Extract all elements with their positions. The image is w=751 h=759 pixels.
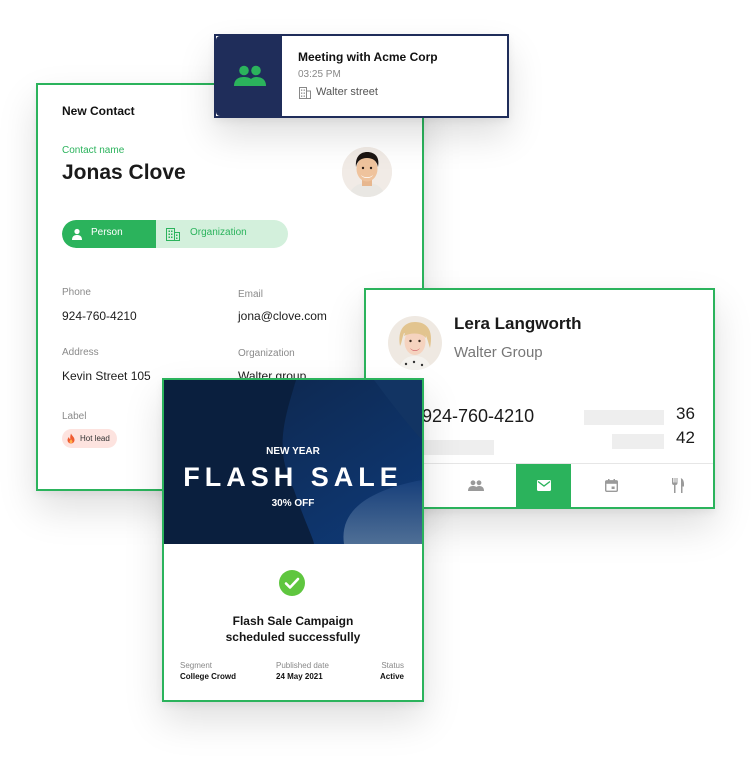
phone-value[interactable]: 924-760-4210 — [62, 309, 137, 323]
segment-label: Segment — [180, 661, 213, 670]
banner-discount: 30% OFF — [271, 498, 315, 509]
building-icon — [299, 87, 311, 99]
contact-type-toggle[interactable]: Person Organization — [62, 220, 288, 248]
published-label: Published date — [276, 661, 329, 670]
people-icon — [234, 65, 266, 86]
tab-restaurant[interactable] — [650, 464, 705, 507]
people-icon — [467, 480, 484, 491]
segment-organization-label: Organization — [190, 227, 247, 238]
email-label: Email — [238, 289, 264, 300]
contact-name-value[interactable]: Jonas Clove — [62, 161, 186, 185]
lera-name: Lera Langworth — [454, 314, 582, 333]
success-message: Flash Sale Campaign scheduled successful… — [164, 613, 422, 645]
success-line-1: Flash Sale Campaign — [232, 614, 354, 628]
status-label: Status — [381, 661, 404, 670]
avatar-woman-illustration — [388, 316, 442, 370]
placeholder-bar — [584, 410, 664, 425]
flash-sale-banner: NEW YEAR FLASH SALE 30% OFF — [164, 380, 422, 544]
restaurant-icon — [671, 478, 684, 493]
building-icon — [166, 228, 180, 241]
placeholder-bar — [612, 434, 664, 449]
email-value[interactable]: jona@clove.com — [238, 309, 327, 323]
contact-name-label: Contact name — [62, 145, 125, 156]
address-label: Address — [62, 347, 99, 358]
banner-kicker: NEW YEAR — [266, 446, 320, 457]
published-value: 24 May 2021 — [276, 672, 323, 681]
stat-number-1: 36 — [676, 404, 695, 423]
meeting-title: Meeting with Acme Corp — [298, 50, 438, 64]
lera-company: Walter Group — [454, 344, 543, 361]
status-value: Active — [379, 672, 404, 681]
contact-avatar — [342, 147, 392, 197]
banner-headline: FLASH SALE — [183, 462, 403, 492]
success-line-2: scheduled successfully — [225, 630, 361, 644]
meeting-location: Walter street — [316, 86, 378, 98]
card-title: New Contact — [62, 104, 135, 118]
organization-label: Organization — [238, 348, 295, 359]
segment-person-label: Person — [91, 227, 123, 238]
segment-organization[interactable]: Organization — [156, 220, 288, 248]
phone-label: Phone — [62, 287, 91, 298]
meeting-icon-box — [216, 36, 282, 116]
checkmark-icon — [279, 570, 305, 596]
hot-lead-label: Hot lead — [80, 434, 110, 443]
stat-number-2: 42 — [676, 428, 695, 447]
lera-avatar — [388, 316, 442, 370]
segment-person[interactable]: Person — [62, 220, 156, 248]
hot-lead-badge[interactable]: Hot lead — [62, 429, 117, 448]
meeting-time: 03:25 PM — [298, 69, 341, 80]
mail-icon — [536, 480, 551, 491]
address-value[interactable]: Kevin Street 105 — [62, 369, 151, 383]
label-label: Label — [62, 411, 87, 422]
avatar-man-illustration — [342, 147, 392, 197]
flash-sale-card: NEW YEAR FLASH SALE 30% OFF Flash Sale C… — [162, 378, 424, 702]
tab-mail[interactable] — [516, 464, 571, 507]
placeholder-bar — [422, 440, 494, 455]
calendar-icon — [605, 479, 618, 492]
tab-people[interactable] — [448, 464, 503, 507]
lera-phone[interactable]: 924-760-4210 — [422, 406, 534, 427]
segment-value: College Crowd — [180, 672, 237, 681]
fire-icon — [67, 433, 75, 444]
meeting-card[interactable]: Meeting with Acme Corp 03:25 PM Walter s… — [214, 34, 509, 118]
tab-calendar[interactable] — [584, 464, 639, 507]
person-icon — [72, 228, 82, 240]
